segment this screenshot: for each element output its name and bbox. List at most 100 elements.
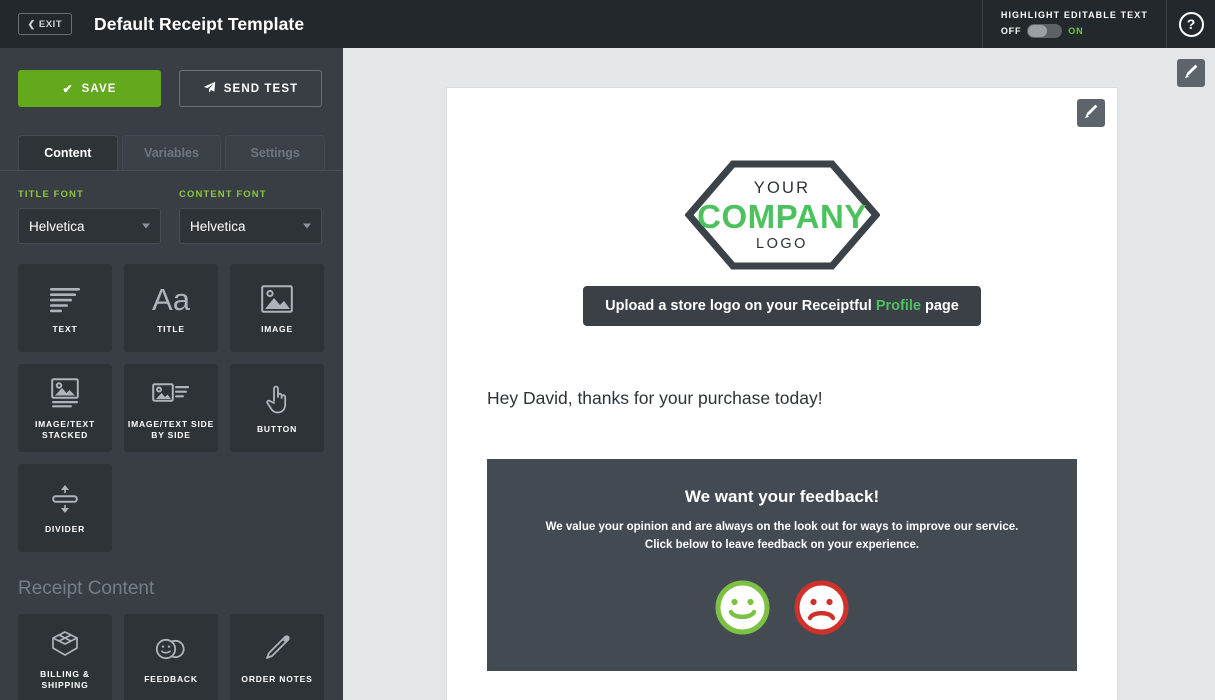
receipt-content-section-title: Receipt Content [18,578,155,599]
send-test-button[interactable]: SEND TEST [179,70,322,107]
title-font-select[interactable]: Helvetica [18,208,161,244]
top-bar-right: HIGHLIGHT EDITABLE TEXT OFF ON ? [981,0,1215,48]
feedback-title: We want your feedback! [684,487,880,506]
template-editor-app: ❮ EXIT Default Receipt Template HIGHLIGH… [0,0,1215,700]
block-tile-image[interactable]: IMAGE [230,264,324,352]
feedback-line-2: Click below to leave feedback on your ex… [644,539,920,551]
email-preview: YOUR COMPANY LOGO Upload a store logo on… [447,88,1117,700]
block-tile-divider[interactable]: DIVIDER [18,464,112,552]
chevron-down-icon [142,223,150,229]
tab-settings[interactable]: Settings [225,135,326,170]
question-mark-icon: ? [1178,11,1204,37]
email-edit-button[interactable] [1077,99,1105,127]
block-tile-text[interactable]: TEXT [18,264,112,352]
tab-settings-label: Settings [250,146,300,160]
page-title: Default Receipt Template [94,13,305,34]
divider-arrows-icon [48,479,82,519]
content-font-label: CONTENT FONT [179,189,267,200]
save-button[interactable]: ✔ SAVE [18,70,161,107]
feedback-line-1: We value your opinion and are always on … [545,521,1019,533]
block-tile-image-text-stacked[interactable]: IMAGE/TEXT STACKED [18,364,112,452]
highlight-toggle-row: OFF ON [1001,24,1084,38]
greeting-text[interactable]: Hey David, thanks for your purchase toda… [487,388,1117,409]
content-block-grid: TEXT Aa TITLE IMAGE IMAGE/TEXT STACKED I… [18,264,325,552]
block-tile-button[interactable]: BUTTON [230,364,324,452]
logo-line-logo: LOGO [756,235,808,252]
happy-face-icon[interactable] [714,579,771,641]
hexagon-logo-icon: YOUR COMPANY LOGO [684,160,880,270]
toggle-knob [1028,25,1048,37]
content-font-field: CONTENT FONT Helvetica [179,189,322,244]
block-tile-button-label: BUTTON [256,424,298,434]
sidebar-actions: ✔ SAVE SEND TEST [18,70,325,107]
open-box-icon [48,624,82,664]
canvas-edit-button[interactable] [1177,59,1205,87]
content-panel: TITLE FONT Helvetica CONTENT FONT Helvet… [18,171,325,700]
content-font-select[interactable]: Helvetica [179,208,322,244]
pencil-edit-icon [1183,63,1199,84]
receipt-content-grid: BILLING & SHIPPING FEEDBACK ORDER NOTES [18,614,325,700]
title-font-field: TITLE FONT Helvetica [18,189,161,244]
pencil-icon [263,629,291,669]
paper-plane-icon [203,81,216,97]
logo-line-your: YOUR [753,178,811,197]
block-tile-image-text-side-by-side-label: IMAGE/TEXT SIDE BY SIDE [127,418,215,440]
tab-content-label: Content [44,146,92,160]
receipt-tile-feedback-label: FEEDBACK [144,674,198,684]
feedback-block[interactable]: We want your feedback! We value your opi… [487,459,1077,671]
logo-line-company: COMPANY [697,197,867,235]
content-font-value: Helvetica [190,218,246,234]
toggle-on-label: ON [1068,26,1084,36]
title-font-value: Helvetica [29,218,85,234]
title-font-label: TITLE FONT [18,189,84,200]
pencil-edit-icon [1083,103,1099,124]
top-bar: ❮ EXIT Default Receipt Template HIGHLIGH… [0,0,1215,48]
sidebar-tabs: Content Variables Settings [18,135,326,170]
block-tile-image-text-stacked-label: IMAGE/TEXT STACKED [35,418,95,440]
highlight-editable-text-control: HIGHLIGHT EDITABLE TEXT OFF ON [981,0,1167,48]
tab-variables[interactable]: Variables [121,135,222,170]
image-text-stacked-icon [48,374,82,414]
receipt-tile-order-notes[interactable]: ORDER NOTES [230,614,324,700]
sidebar: ✔ SAVE SEND TEST Content Variables Setti… [0,48,343,700]
receipt-tile-order-notes-label: ORDER NOTES [241,674,313,684]
block-tile-title-label: TITLE [157,324,185,334]
receipt-tile-feedback[interactable]: FEEDBACK [124,614,218,700]
sad-face-icon[interactable] [793,579,850,641]
font-settings-row: TITLE FONT Helvetica CONTENT FONT Helvet… [18,189,325,244]
save-button-label: SAVE [81,82,117,95]
block-tile-image-label: IMAGE [261,324,293,334]
toggle-off-label: OFF [1000,26,1022,36]
pointing-hand-icon [264,379,290,419]
highlight-editable-text-toggle[interactable] [1027,24,1063,38]
exit-button[interactable]: ❮ EXIT [18,13,72,35]
block-tile-divider-label: DIVIDER [44,524,86,534]
exit-button-label: EXIT [38,18,63,30]
company-logo-area: YOUR COMPANY LOGO Upload a store logo on… [447,88,1117,326]
block-tile-image-text-side-by-side[interactable]: IMAGE/TEXT SIDE BY SIDE [124,364,218,452]
feedback-face-buttons [507,579,1057,641]
aa-glyph: Aa [152,281,190,317]
image-icon [261,279,293,319]
two-smileys-icon [153,629,189,669]
receipt-tile-billing-shipping[interactable]: BILLING & SHIPPING [18,614,112,700]
chevron-left-icon: ❮ [27,18,36,29]
email-canvas: YOUR COMPANY LOGO Upload a store logo on… [343,48,1215,700]
highlight-editable-text-label: HIGHLIGHT EDITABLE TEXT [1000,10,1148,20]
upload-logo-tooltip[interactable]: Upload a store logo on your Receiptful P… [583,286,981,326]
tooltip-profile-link[interactable]: Profile [876,298,921,314]
help-button[interactable]: ? [1167,0,1215,48]
image-text-side-icon [152,374,190,414]
receipt-tile-billing-shipping-label: BILLING & SHIPPING [40,668,90,690]
send-test-button-label: SEND TEST [223,82,299,95]
tab-variables-label: Variables [144,146,199,160]
chevron-down-icon [303,223,311,229]
tab-content[interactable]: Content [18,135,118,170]
block-tile-title[interactable]: Aa TITLE [124,264,218,352]
block-tile-text-label: TEXT [52,324,78,334]
aa-icon: Aa [152,279,190,319]
text-lines-icon [48,279,82,319]
check-icon: ✔ [62,81,74,96]
tooltip-suffix: page [920,298,959,314]
logo-text: YOUR COMPANY LOGO [685,160,880,270]
